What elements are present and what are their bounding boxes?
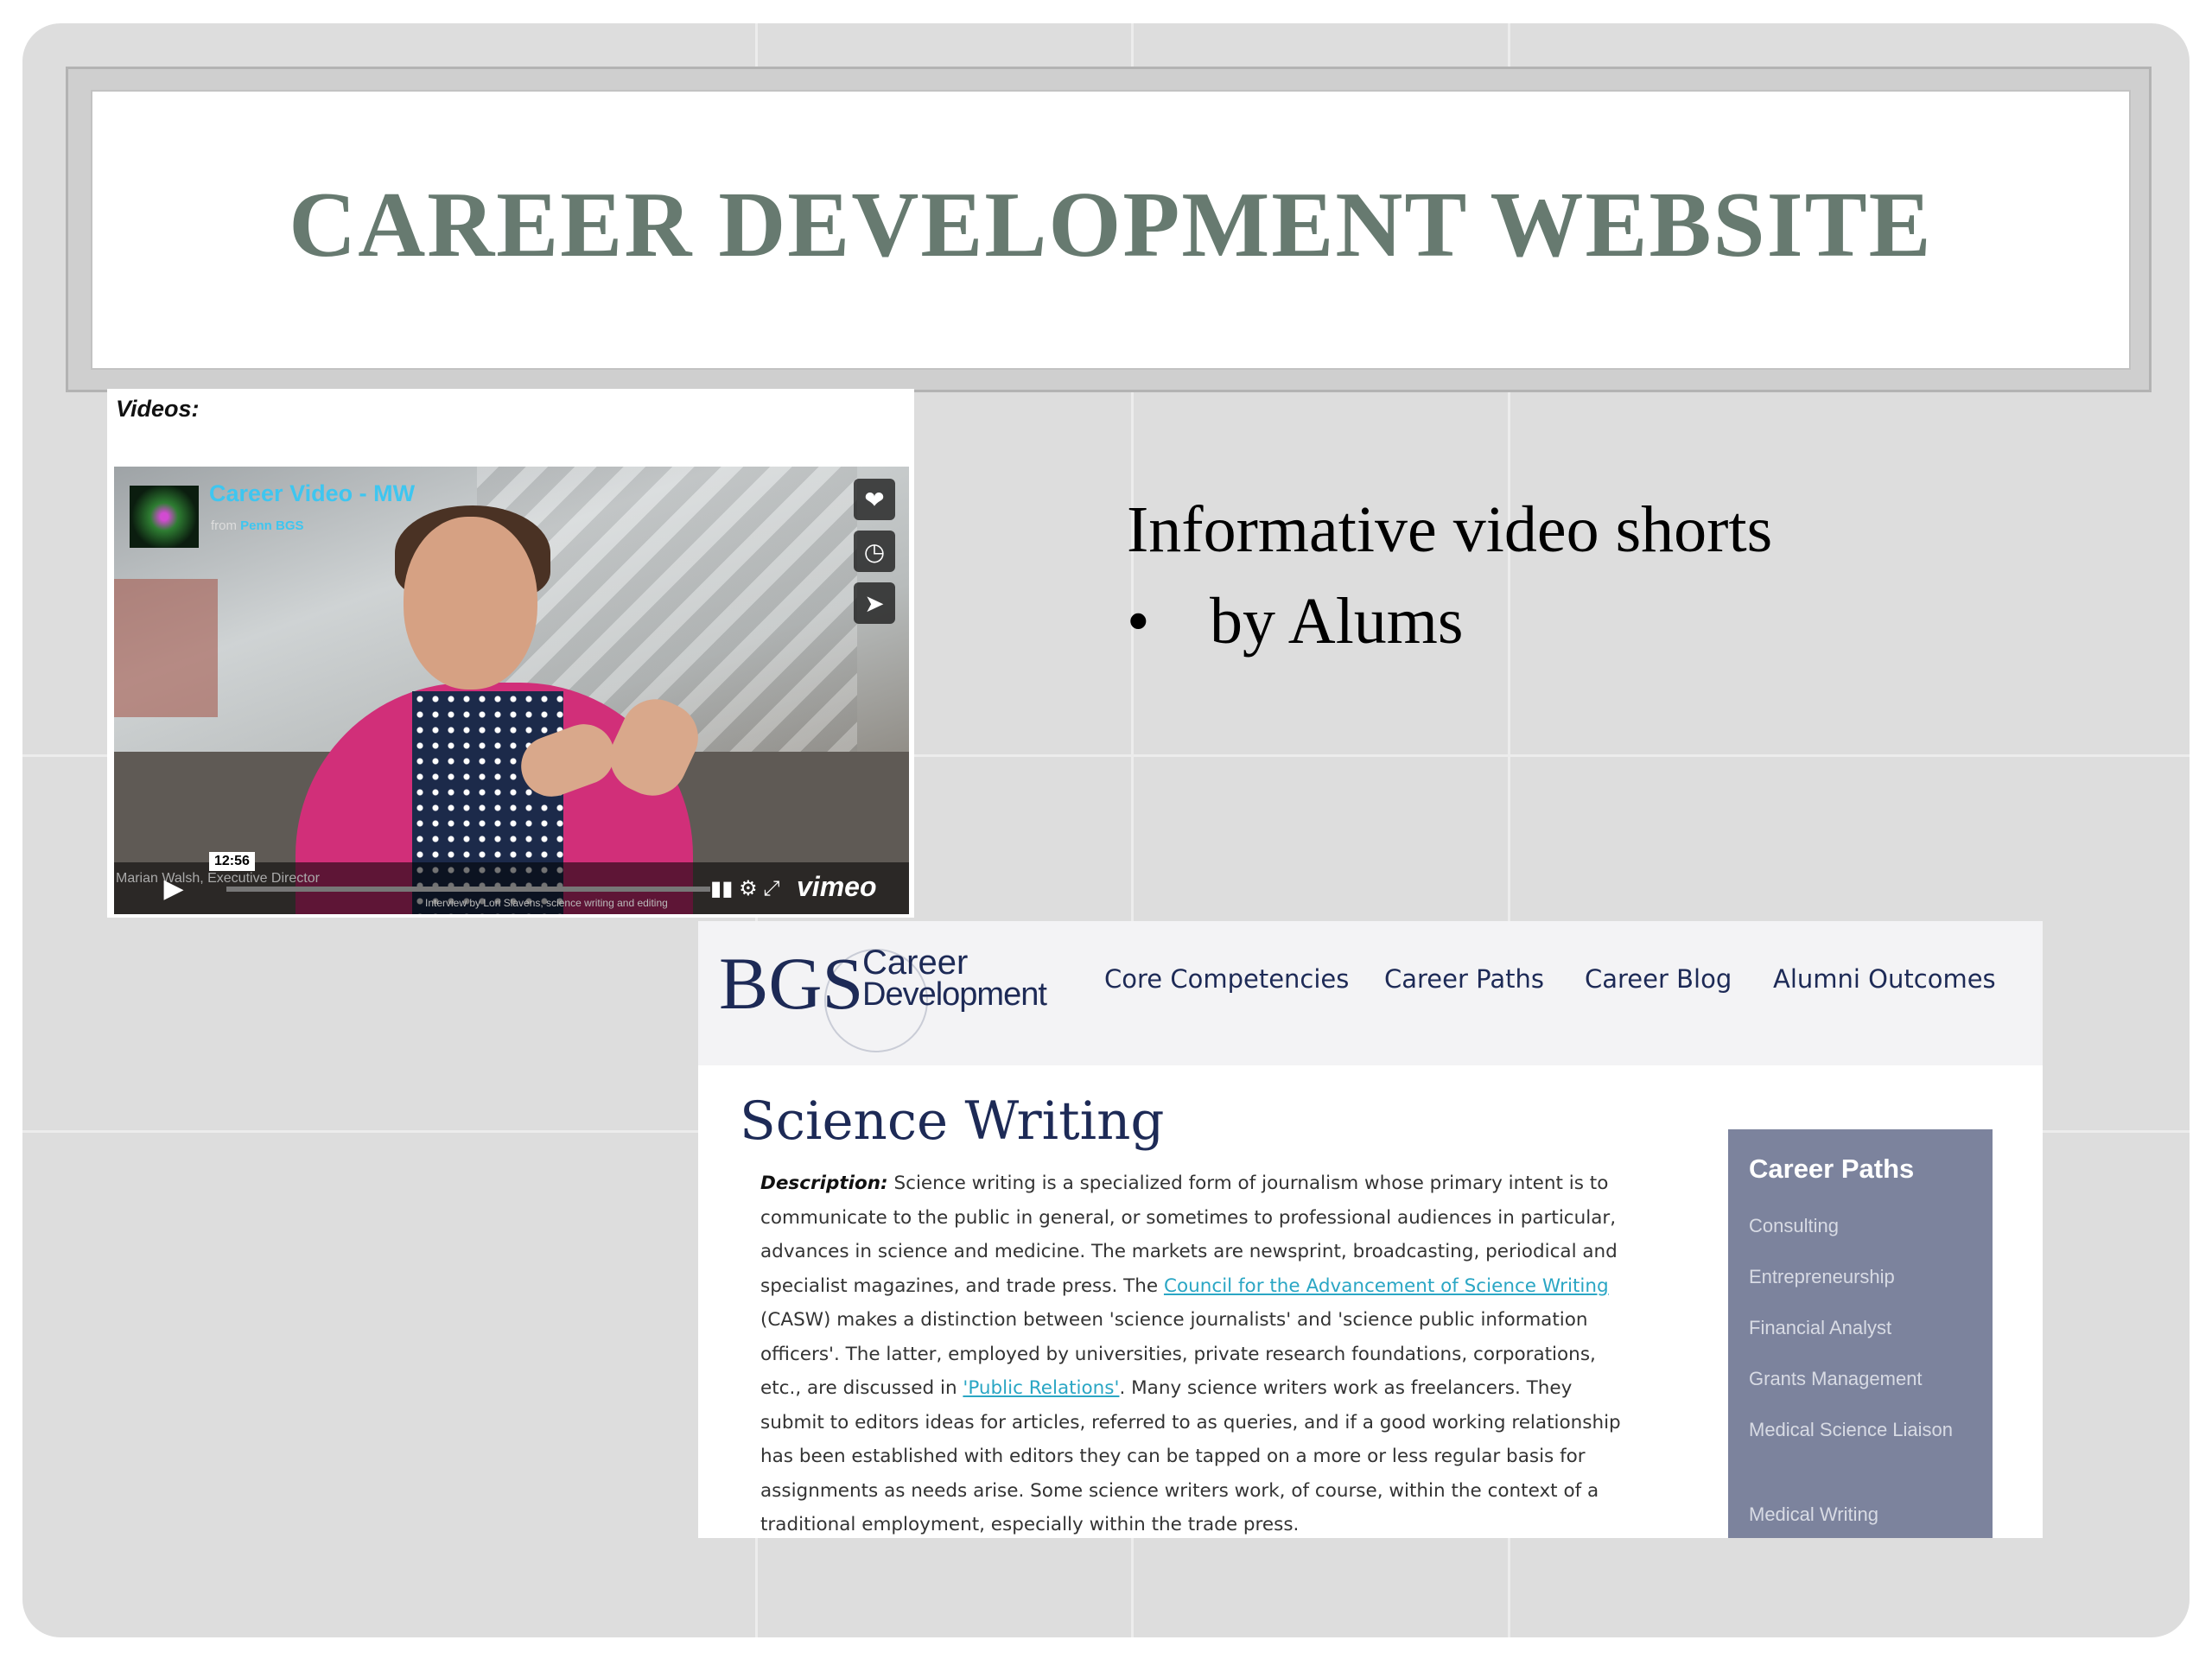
site-header: BGS Career Development Core Competencies…	[698, 921, 2043, 1065]
play-button[interactable]: ▶	[156, 871, 192, 906]
info-bullet-item: • by Alums	[1127, 584, 1464, 659]
logo-development: Development	[862, 976, 1047, 1013]
nav-alumni-outcomes[interactable]: Alumni Outcomes	[1773, 964, 1996, 994]
description-label: Description:	[760, 1173, 888, 1194]
settings-icon[interactable]: ⚙	[739, 877, 758, 900]
nav-career-blog[interactable]: Career Blog	[1585, 964, 1732, 994]
control-icons: ▮▮ ⚙ ⤢	[710, 876, 779, 901]
description-text: . Many science writers work as freelance…	[760, 1377, 1621, 1535]
public-relations-link[interactable]: 'Public Relations'	[963, 1377, 1119, 1399]
heart-icon: ❤	[864, 486, 885, 513]
video-player[interactable]: Career Video - MW from Penn BGS ❤ ◷ ➤ Ma…	[114, 467, 909, 914]
title-frame: CAREER DEVELOPMENT WEBSITE	[66, 67, 2152, 392]
video-from-prefix: from	[211, 518, 237, 533]
site-logo[interactable]: BGS	[719, 940, 863, 1027]
video-card: Videos: Career Video - MW from Penn BGS …	[107, 389, 914, 918]
video-duration: 12:56	[209, 852, 255, 871]
channel-logo[interactable]	[130, 486, 199, 548]
info-bullet-text: by Alums	[1210, 585, 1464, 658]
share-button[interactable]: ➤	[854, 582, 895, 624]
videos-label: Videos:	[116, 396, 200, 422]
volume-icon[interactable]: ▮▮	[710, 877, 733, 900]
vimeo-logo[interactable]: vimeo	[797, 871, 876, 903]
clock-icon: ◷	[863, 537, 886, 565]
nav-core-competencies[interactable]: Core Competencies	[1104, 964, 1349, 994]
website-screenshot: BGS Career Development Core Competencies…	[698, 921, 2043, 1538]
send-icon: ➤	[864, 589, 885, 617]
speaker-head	[404, 517, 537, 690]
sidebar-item-financial-analyst[interactable]: Financial Analyst	[1749, 1311, 1974, 1344]
play-icon: ▶	[163, 874, 184, 903]
casw-link[interactable]: Council for the Advancement of Science W…	[1164, 1275, 1609, 1297]
description: Description: Science writing is a specia…	[760, 1166, 1642, 1538]
sidebar-item-grants-management[interactable]: Grants Management	[1749, 1362, 1974, 1395]
career-paths-sidebar: Career Paths Consulting Entrepreneurship…	[1728, 1129, 1993, 1538]
progress-bar[interactable]	[226, 887, 710, 892]
info-line: Informative video shorts	[1127, 493, 1773, 566]
like-button[interactable]: ❤	[854, 479, 895, 520]
sidebar-title: Career Paths	[1749, 1154, 1915, 1184]
video-source: from Penn BGS	[211, 518, 304, 533]
speaker-caption: Marian Walsh, Executive Director	[116, 871, 320, 886]
fullscreen-icon[interactable]: ⤢	[763, 877, 779, 900]
watch-later-button[interactable]: ◷	[854, 531, 895, 572]
bottom-caption: Interview by Lori Slavens, science writi…	[425, 897, 668, 909]
sidebar-item-medical-science-liaison[interactable]: Medical Science Liaison	[1749, 1413, 1974, 1446]
sidebar-item-consulting[interactable]: Consulting	[1749, 1209, 1974, 1243]
background-wall	[114, 579, 218, 717]
player-controls: Marian Walsh, Executive Director ▶ 12:56…	[114, 852, 909, 914]
sidebar-item-medical-writing[interactable]: Medical Writing	[1749, 1497, 1974, 1531]
bullet-icon: •	[1127, 585, 1150, 658]
video-source-link[interactable]: Penn BGS	[240, 518, 303, 533]
video-title[interactable]: Career Video - MW	[209, 480, 415, 507]
title-box: CAREER DEVELOPMENT WEBSITE	[91, 90, 2131, 370]
sidebar-item-entrepreneurship[interactable]: Entrepreneurship	[1749, 1260, 1974, 1294]
page-title: Science Writing	[740, 1090, 1165, 1152]
slide-title: CAREER DEVELOPMENT WEBSITE	[289, 174, 1933, 276]
nav-career-paths[interactable]: Career Paths	[1384, 964, 1544, 994]
